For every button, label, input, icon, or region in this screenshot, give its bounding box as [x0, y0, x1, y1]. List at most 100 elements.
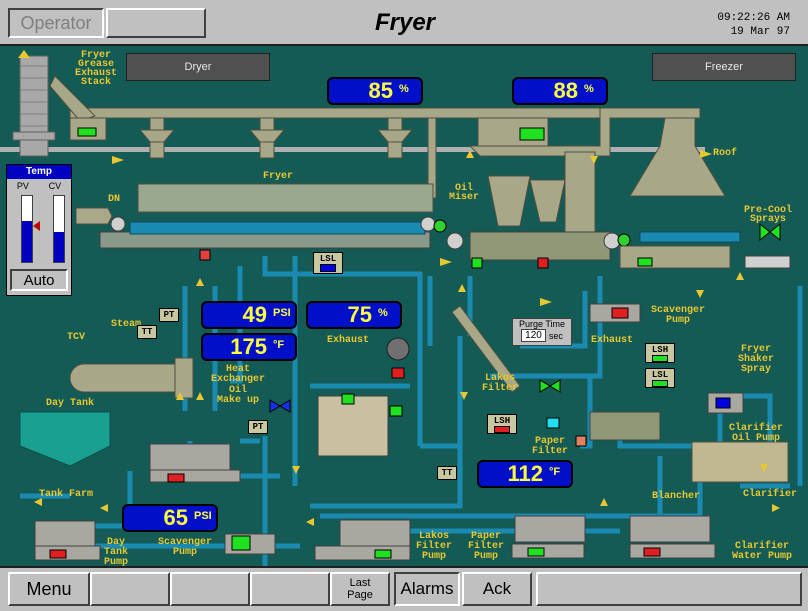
pv-bar — [21, 195, 33, 263]
label-lakos-filter-pump-3: Pump — [422, 551, 446, 562]
process-canvas: Fryer Grease Exhaust Stack Roof Fryer DN… — [0, 46, 808, 566]
operator-button[interactable]: Operator — [8, 8, 104, 38]
lsh-2-indicator — [494, 425, 510, 433]
purge-time-value[interactable]: 120 — [521, 329, 546, 342]
label-scavenger-pump-r-2: Pump — [666, 315, 690, 326]
readout-steam-pressure-unit: PSI — [273, 307, 291, 319]
footer-button-8[interactable] — [536, 572, 802, 606]
precool-hood — [629, 117, 726, 197]
label-dn: DN — [108, 194, 120, 205]
readout-oil-temp-unit: °F — [549, 466, 561, 478]
clock-time: 09:22:26 AM — [717, 12, 790, 24]
label-lakos-filter-2: Filter — [482, 382, 518, 394]
clock: 09:22:26 AM 19 Mar 97 — [717, 11, 790, 39]
readout-oil-temp-value: 112 — [507, 461, 544, 486]
temp-faceplate-title: Temp — [7, 165, 71, 179]
label-scavenger-pump-b-2: Pump — [173, 547, 197, 558]
tag-tt-1[interactable]: TT — [137, 325, 157, 339]
tag-pt-1[interactable]: PT — [159, 308, 179, 322]
label-day-tank: Day Tank — [46, 397, 94, 409]
purge-time-unit: sec — [548, 330, 563, 341]
setpoint-pointer-icon — [33, 221, 40, 231]
label-clarifier: Clarifier — [743, 488, 797, 500]
readout-oil-temp[interactable]: 112 °F — [477, 460, 573, 488]
tag-lsh-1[interactable]: LSH — [645, 343, 675, 363]
day-tank — [19, 411, 111, 467]
exhaust-duct — [69, 107, 621, 119]
footer-button-2[interactable] — [90, 572, 170, 606]
ack-button[interactable]: Ack — [462, 572, 532, 606]
readout-exhaust-fan-1-unit: % — [399, 83, 409, 95]
readout-pump-pressure-unit: PSI — [194, 510, 212, 522]
exhaust-blower — [317, 395, 389, 457]
dryer-nav-button[interactable]: Dryer — [126, 53, 270, 81]
readout-exhaust-fan-2-unit: % — [584, 83, 594, 95]
lsl-2-indicator — [652, 379, 668, 387]
clock-date: 19 Mar 97 — [730, 26, 790, 38]
label-clarifier-water-pump-2: Water Pump — [732, 551, 792, 562]
menu-button[interactable]: Menu — [8, 572, 90, 606]
tag-lsl-label: LSL — [319, 254, 337, 264]
dryer-fan-status — [519, 127, 545, 141]
alarms-button[interactable]: Alarms — [394, 572, 460, 606]
temp-faceplate[interactable]: Temp PV CV Auto — [6, 164, 72, 296]
label-clarifier-oil-pump-2: Oil Pump — [732, 432, 780, 444]
tag-lsl[interactable]: LSL — [313, 252, 343, 274]
footer-bar: Menu Last Page Alarms Ack — [0, 566, 808, 611]
cv-bar — [53, 195, 65, 263]
tag-lsl-2[interactable]: LSL — [645, 368, 675, 388]
label-fryer-stack-4: Stack — [81, 76, 111, 88]
readout-exhaust-pct-unit: % — [378, 307, 388, 319]
readout-exhaust-fan-1-value: 85 — [368, 78, 393, 103]
label-paper-filter-pump-3: Pump — [474, 551, 498, 562]
blank-header-button[interactable] — [106, 8, 206, 38]
label-roof: Roof — [713, 147, 737, 159]
label-blancher: Blancher — [652, 490, 700, 502]
cv-label: CV — [48, 181, 62, 191]
clarifier-tank — [691, 441, 789, 483]
hmi-window: Operator Fryer 09:22:26 AM 19 Mar 97 Fry… — [0, 0, 808, 611]
label-heat-exchanger-2: Exchanger — [211, 373, 265, 385]
tag-lsh-2-label: LSH — [493, 415, 511, 426]
readout-exhaust-fan-2[interactable]: 88 % — [512, 77, 608, 105]
readout-steam-pressure[interactable]: 49 PSI — [201, 301, 297, 329]
readout-exhaust-fan-1[interactable]: 85 % — [327, 77, 423, 105]
label-tank-farm: Tank Farm — [39, 488, 93, 500]
freezer-nav-button[interactable]: Freezer — [652, 53, 796, 81]
readout-steam-temp[interactable]: 175 °F — [201, 333, 297, 361]
fryer-hood — [137, 183, 434, 213]
label-fryer: Fryer — [263, 171, 293, 182]
last-page-button[interactable]: Last Page — [330, 572, 390, 606]
readout-steam-temp-unit: °F — [273, 339, 285, 351]
label-paper-filter-2: Filter — [532, 445, 568, 457]
last-page-label-1: Last — [349, 577, 371, 589]
purge-time-label: Purge Time — [518, 319, 566, 329]
tag-pt-2[interactable]: PT — [248, 420, 268, 434]
label-exhaust-1: Exhaust — [327, 334, 369, 346]
readout-pump-pressure-value: 65 — [163, 505, 188, 530]
tag-tt-2[interactable]: TT — [437, 466, 457, 480]
label-tcv: TCV — [67, 332, 85, 343]
label-fryer-shaker-3: Spray — [741, 364, 771, 375]
readout-exhaust-pct[interactable]: 75 % — [306, 301, 402, 329]
footer-button-3[interactable] — [170, 572, 250, 606]
readout-steam-temp-value: 175 — [230, 334, 267, 359]
temp-mode-button[interactable]: Auto — [10, 269, 68, 291]
process-diagram: Fryer Grease Exhaust Stack Roof Fryer DN… — [0, 50, 803, 566]
label-oil-miser-2: Miser — [449, 191, 479, 203]
tag-lsh-2[interactable]: LSH — [487, 414, 517, 434]
footer-button-4[interactable] — [250, 572, 330, 606]
readout-pump-pressure[interactable]: 65 PSI — [122, 504, 218, 532]
readout-exhaust-fan-2-value: 88 — [553, 78, 578, 103]
tag-lsl-2-label: LSL — [651, 369, 669, 380]
readout-exhaust-pct-value: 75 — [347, 302, 372, 327]
lsh-1-indicator — [652, 354, 668, 362]
lsl-indicator — [320, 264, 336, 272]
header-bar: Operator Fryer 09:22:26 AM 19 Mar 97 — [0, 0, 808, 46]
oil-miser — [469, 231, 611, 261]
label-day-tank-pump-3: Pump — [104, 557, 128, 566]
tag-lsh-1-label: LSH — [651, 344, 669, 355]
pv-label: PV — [16, 181, 29, 191]
screen-title: Fryer — [374, 9, 436, 36]
paper-filter — [589, 411, 661, 441]
